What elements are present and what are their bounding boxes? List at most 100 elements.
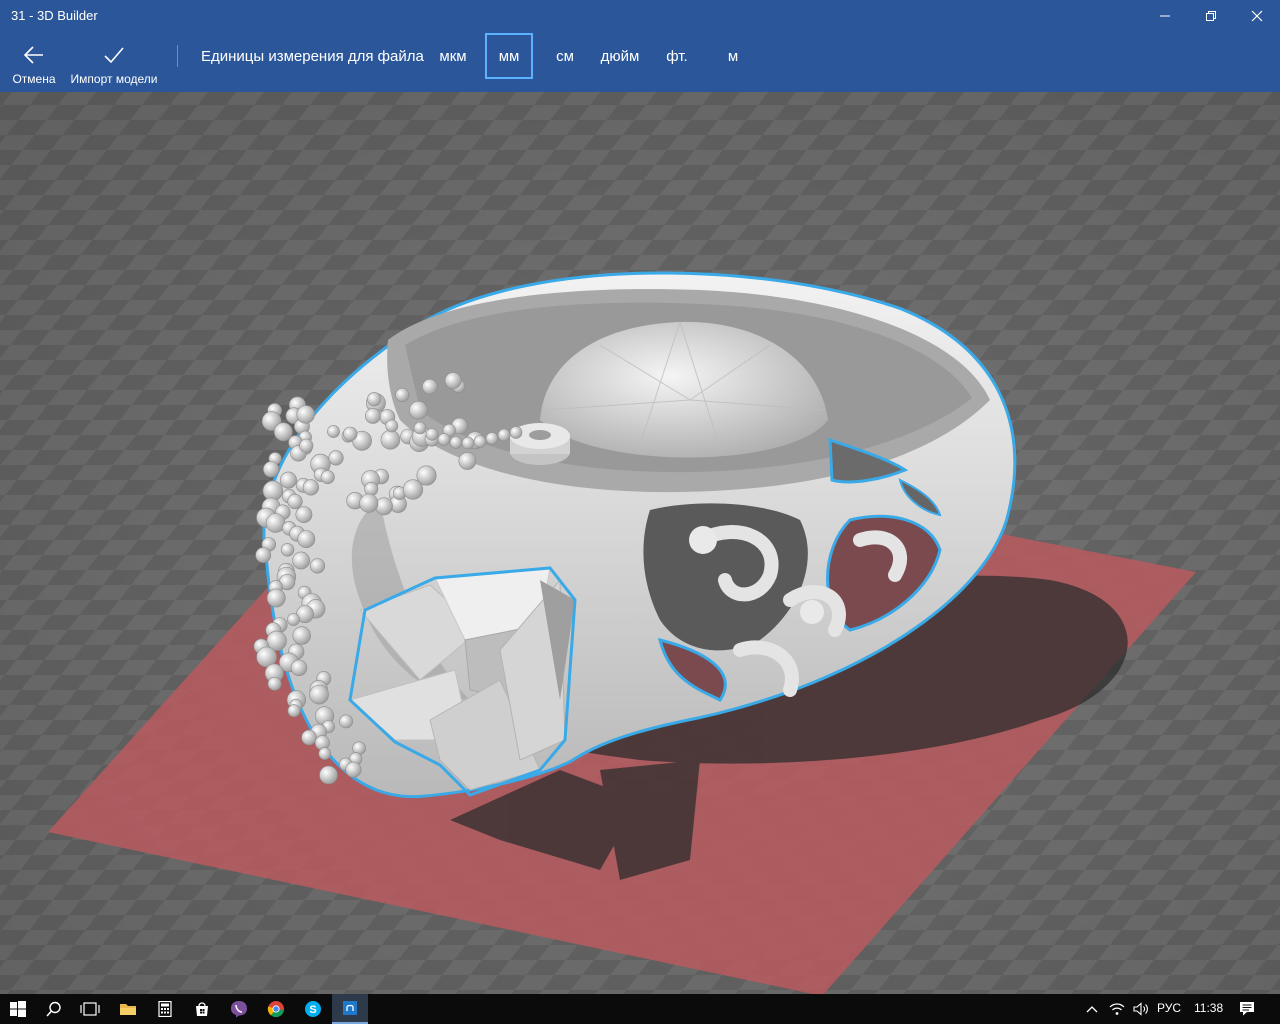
file-explorer-button[interactable] — [110, 994, 146, 1024]
viber-icon — [231, 1001, 247, 1018]
bead — [385, 419, 399, 433]
3d-viewport[interactable] — [0, 92, 1280, 994]
minimize-icon — [1160, 15, 1170, 17]
bead — [319, 765, 338, 785]
chrome-button[interactable] — [258, 994, 294, 1024]
bead — [292, 626, 311, 645]
bead — [380, 429, 401, 450]
bead — [267, 676, 282, 691]
app-bar: 31 - 3D Builder Отмена Импорт модели Еди… — [0, 0, 1280, 92]
action-center-button[interactable] — [1230, 994, 1264, 1024]
show-hidden-icons-button[interactable] — [1082, 994, 1102, 1024]
viber-button[interactable] — [221, 994, 257, 1024]
bead — [301, 729, 317, 746]
restore-button[interactable] — [1188, 0, 1234, 32]
task-view-button[interactable] — [72, 994, 108, 1024]
calculator-button[interactable] — [147, 994, 183, 1024]
bead — [287, 493, 303, 510]
prong-hole — [529, 430, 551, 440]
close-button[interactable] — [1234, 0, 1280, 32]
svg-text:S: S — [309, 1004, 316, 1016]
bead — [485, 432, 499, 445]
bead — [302, 479, 320, 496]
skype-button[interactable]: S — [295, 994, 331, 1024]
bead — [339, 714, 353, 729]
bead — [395, 387, 410, 402]
bead — [437, 433, 451, 446]
scroll-knob — [800, 600, 824, 624]
unit-option-um[interactable]: мкм — [432, 33, 474, 79]
bead — [266, 588, 286, 608]
cancel-button[interactable]: Отмена — [12, 40, 56, 86]
unit-option-cm[interactable]: см — [545, 33, 585, 79]
bead — [280, 543, 295, 557]
bead — [444, 372, 462, 389]
bead — [328, 450, 344, 466]
search-icon — [46, 1001, 61, 1017]
import-model-label: Импорт модели — [70, 72, 158, 86]
scroll-knob — [689, 526, 717, 554]
bead — [375, 497, 393, 516]
bead — [461, 436, 475, 450]
toolbar-divider — [177, 45, 178, 67]
bead — [402, 479, 424, 500]
bead — [296, 405, 315, 424]
3d-builder-icon — [343, 1001, 357, 1015]
bead — [345, 761, 362, 778]
bead — [359, 493, 379, 513]
task-view-icon — [80, 1002, 100, 1016]
unit-option-inch[interactable]: дюйм — [596, 33, 644, 79]
search-button[interactable] — [36, 994, 72, 1024]
bead — [449, 436, 463, 449]
unit-option-mm[interactable]: мм — [485, 33, 533, 79]
cancel-label: Отмена — [12, 72, 56, 86]
chrome-icon — [267, 1001, 284, 1018]
bead — [279, 471, 297, 489]
bead — [287, 704, 301, 718]
volume-icon — [1133, 1002, 1148, 1016]
bead — [255, 547, 272, 563]
units-label: Единицы измерения для файла — [201, 48, 424, 65]
volume-button[interactable] — [1130, 994, 1152, 1024]
chevron-up-icon — [1086, 1006, 1098, 1013]
start-icon — [10, 1001, 26, 1017]
taskbar: S РУС 11:38 — [0, 994, 1280, 1024]
import-model-button[interactable]: Импорт модели — [70, 40, 158, 86]
bead — [497, 428, 511, 442]
arrow-left-icon — [23, 46, 43, 64]
scene-canvas — [0, 92, 1280, 994]
bead — [458, 451, 477, 470]
start-button[interactable] — [0, 994, 36, 1024]
store-button[interactable] — [184, 994, 220, 1024]
bead — [509, 426, 523, 439]
window-title: 31 - 3D Builder — [11, 8, 98, 23]
language-indicator[interactable]: РУС — [1157, 1001, 1181, 1015]
bead — [290, 659, 308, 676]
bead — [287, 613, 300, 626]
bead — [292, 551, 311, 570]
bead — [364, 407, 381, 424]
skype-icon: S — [305, 1001, 321, 1017]
bead — [309, 558, 326, 574]
bead — [299, 438, 314, 453]
network-button[interactable] — [1106, 994, 1128, 1024]
bead — [327, 425, 340, 438]
bead — [422, 378, 438, 395]
minimize-button[interactable] — [1142, 0, 1188, 32]
3d-builder-button[interactable] — [332, 994, 368, 1024]
bead — [309, 684, 329, 705]
bead — [425, 427, 439, 441]
bead — [295, 506, 313, 523]
bead — [297, 530, 316, 549]
unit-option-ft[interactable]: фт. — [656, 33, 698, 79]
unit-option-m[interactable]: м — [713, 33, 753, 79]
checkmark-icon — [104, 47, 124, 64]
bead — [473, 435, 487, 448]
notification-icon — [1240, 1002, 1254, 1016]
bead — [318, 747, 332, 760]
bead — [413, 421, 427, 435]
clock[interactable]: 11:38 — [1194, 1001, 1223, 1015]
bead — [364, 481, 379, 496]
restore-icon — [1206, 11, 1216, 21]
bead — [367, 392, 382, 407]
